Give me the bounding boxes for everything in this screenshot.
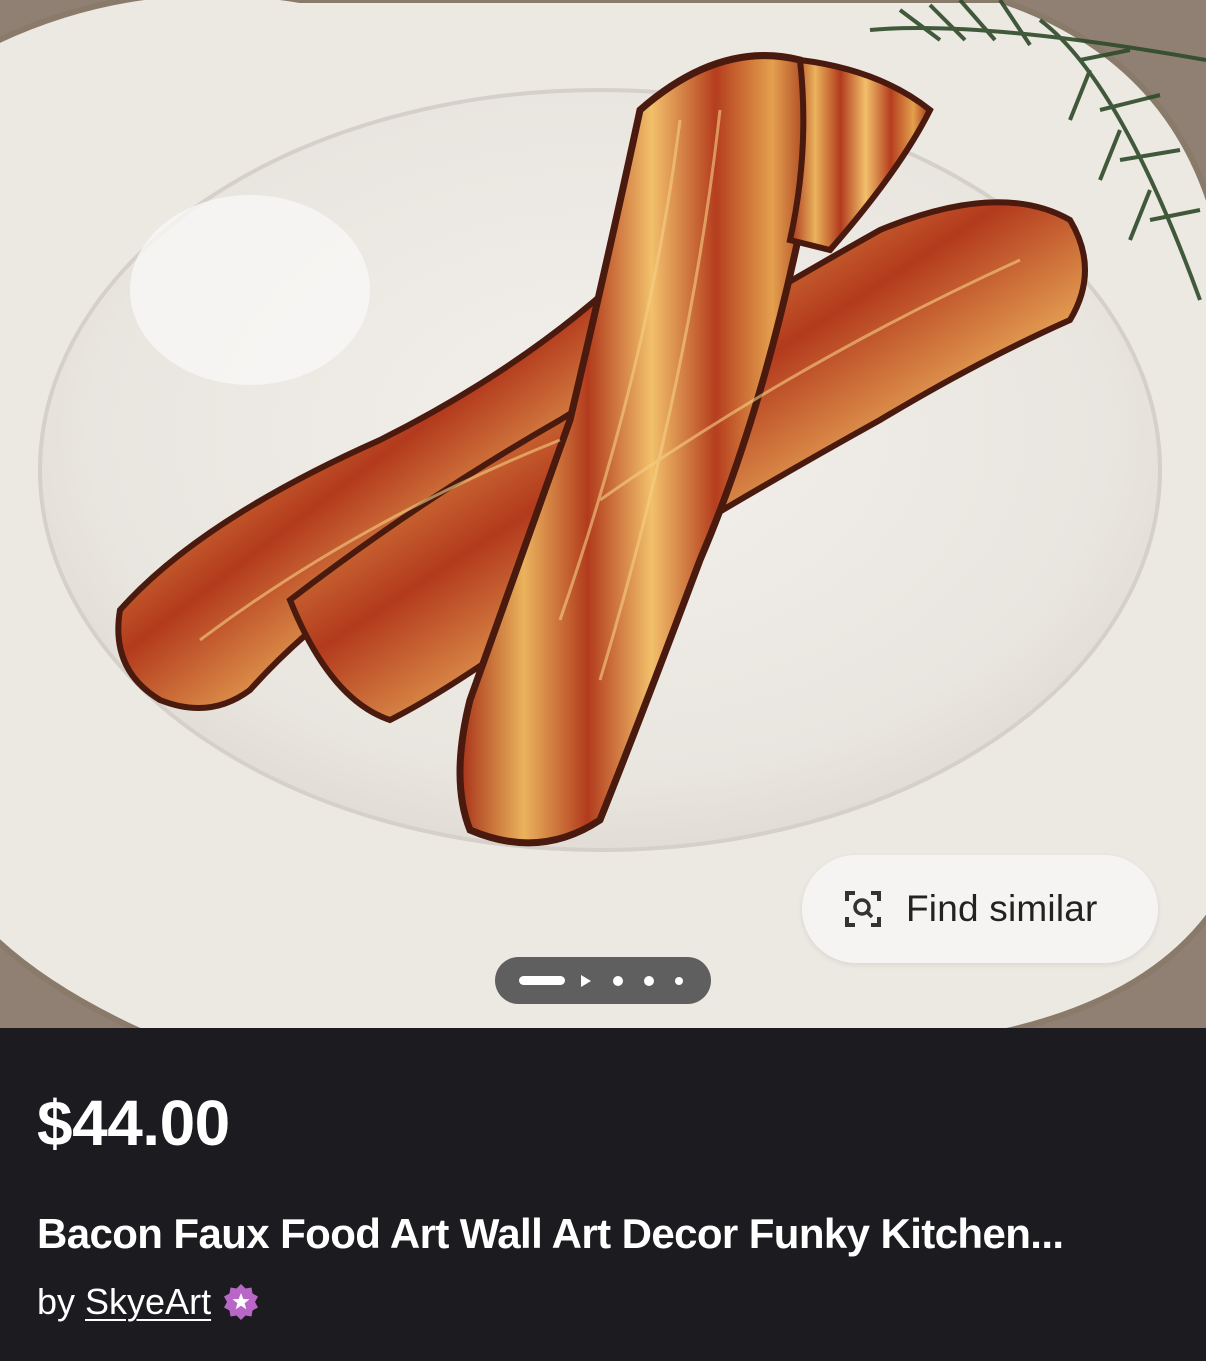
- listing-title[interactable]: Bacon Faux Food Art Wall Art Decor Funky…: [37, 1210, 1167, 1258]
- pager-active-indicator[interactable]: [519, 976, 565, 985]
- listing-price: $44.00: [37, 1087, 230, 1159]
- listing-info-panel: $44.00 Bacon Faux Food Art Wall Art Deco…: [0, 1028, 1206, 1361]
- find-similar-button[interactable]: Find similar: [802, 855, 1158, 963]
- carousel-pager[interactable]: [495, 957, 711, 1004]
- find-similar-label: Find similar: [906, 888, 1098, 929]
- pager-dot[interactable]: [613, 975, 623, 986]
- video-slide-icon[interactable]: [581, 974, 591, 987]
- by-label: by: [37, 1281, 76, 1322]
- star-seller-badge-icon: [221, 1282, 261, 1322]
- shop-byline: by SkyeArt: [37, 1281, 261, 1323]
- pager-dot[interactable]: [675, 976, 683, 985]
- visual-search-icon: [844, 890, 882, 928]
- pager-dot[interactable]: [644, 975, 654, 986]
- shop-name-link[interactable]: SkyeArt: [85, 1281, 211, 1323]
- product-image-carousel[interactable]: Find similar: [0, 0, 1206, 1028]
